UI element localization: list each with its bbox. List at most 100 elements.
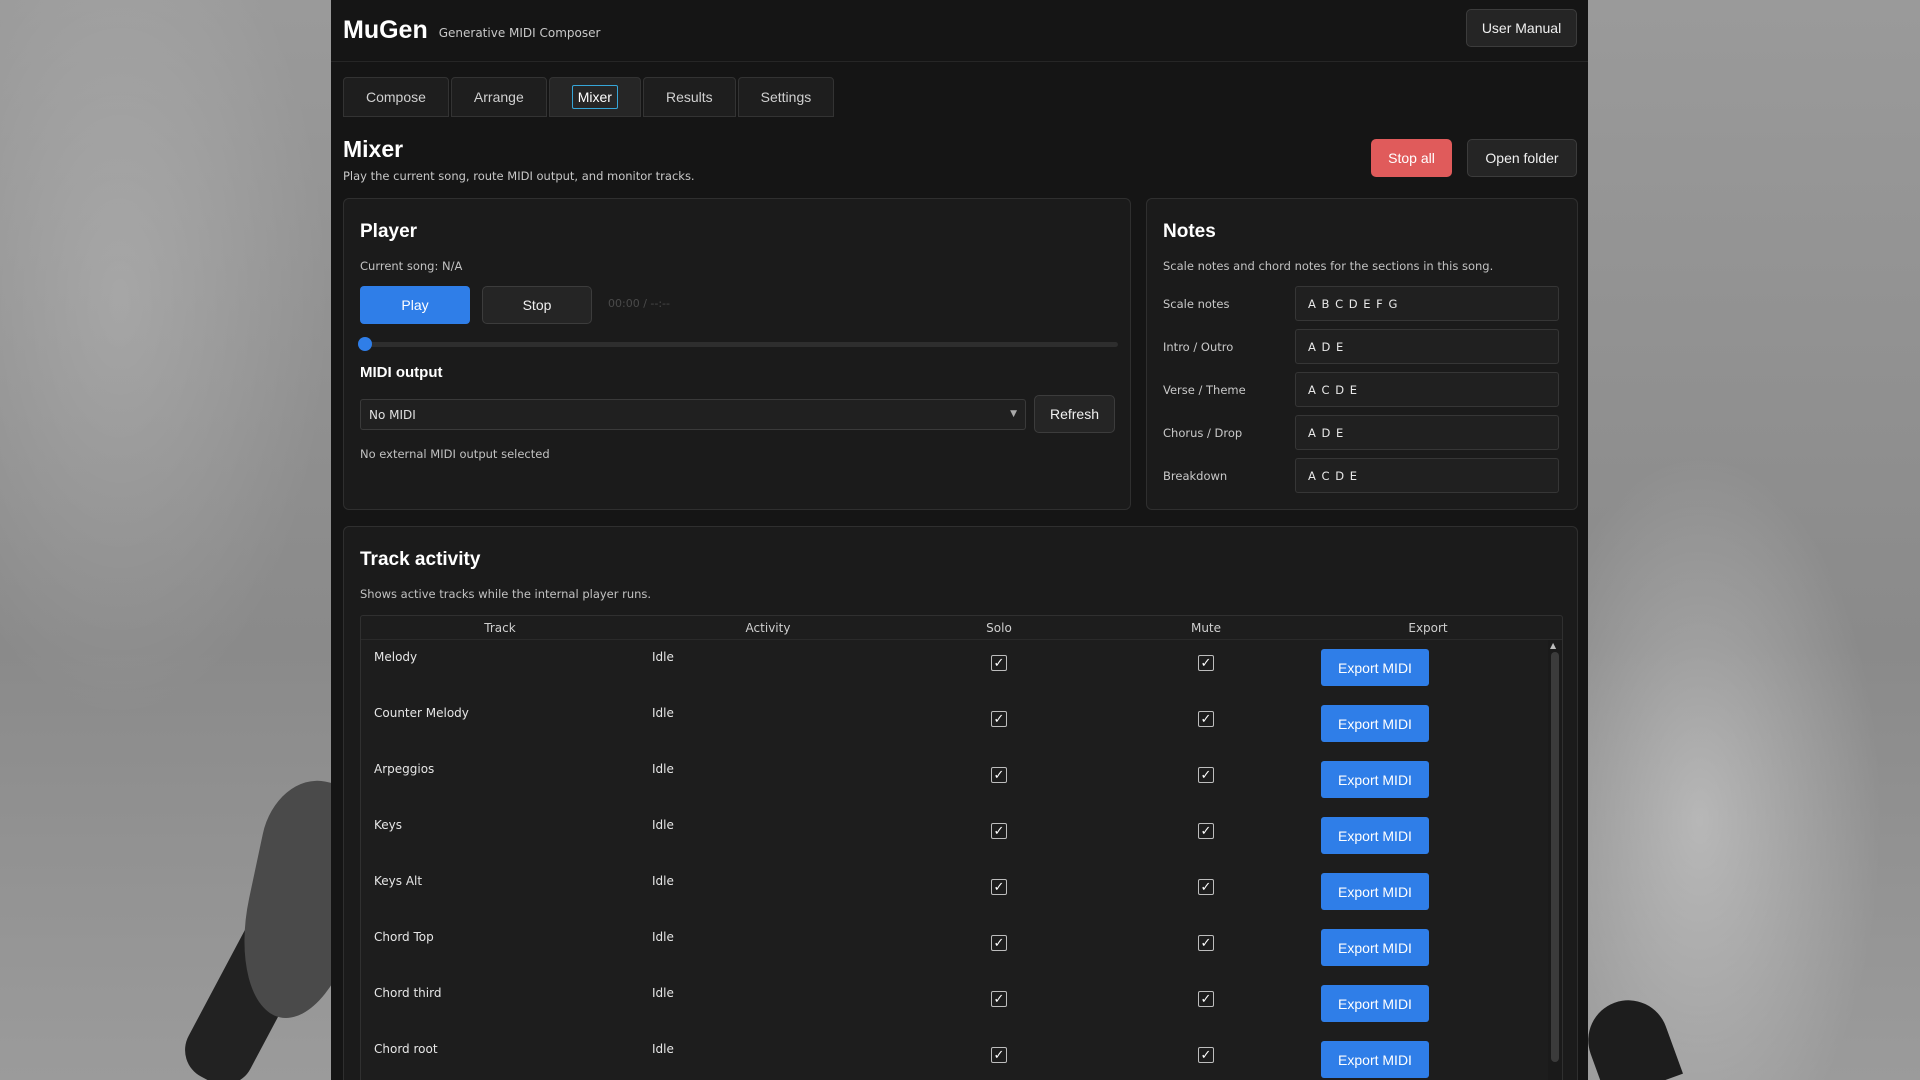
table-row: Chord Top Idle ✓ ✓ Export MIDI xyxy=(361,920,1547,976)
note-value-field[interactable]: A B C D E F G xyxy=(1295,286,1559,321)
solo-checkbox[interactable]: ✓ xyxy=(991,879,1007,895)
mute-checkbox[interactable]: ✓ xyxy=(1198,655,1214,671)
track-activity: Idle xyxy=(652,650,674,664)
note-row-scale: Scale notes A B C D E F G xyxy=(1163,286,1559,321)
track-name: Chord Top xyxy=(374,930,434,944)
track-activity: Idle xyxy=(652,818,674,832)
solo-checkbox[interactable]: ✓ xyxy=(991,767,1007,783)
note-label: Breakdown xyxy=(1163,469,1228,483)
midi-output-select[interactable]: No MIDI ▼ xyxy=(360,399,1026,430)
page-title: Mixer xyxy=(343,136,404,162)
midi-status: No external MIDI output selected xyxy=(360,447,550,461)
page-header: Mixer Play the current song, route MIDI … xyxy=(343,136,695,183)
solo-checkbox[interactable]: ✓ xyxy=(991,935,1007,951)
tab-label: Results xyxy=(665,89,713,105)
export-midi-button[interactable]: Export MIDI xyxy=(1321,985,1429,1022)
tab-label: Compose xyxy=(366,89,426,105)
progress-slider[interactable] xyxy=(358,337,1118,351)
track-activity: Idle xyxy=(652,1042,674,1056)
tab-compose[interactable]: Compose xyxy=(343,77,449,117)
tab-label: Arrange xyxy=(473,89,524,105)
note-label: Chorus / Drop xyxy=(1163,426,1243,440)
note-value-field[interactable]: A C D E xyxy=(1295,458,1559,493)
solo-checkbox[interactable]: ✓ xyxy=(991,1047,1007,1063)
tab-results[interactable]: Results xyxy=(642,77,736,117)
app-subtitle: Generative MIDI Composer xyxy=(438,25,601,40)
track-activity: Idle xyxy=(652,706,674,720)
midi-output-title: MIDI output xyxy=(360,364,443,381)
tab-label: Settings xyxy=(760,89,812,105)
mute-checkbox[interactable]: ✓ xyxy=(1198,991,1214,1007)
player-title: Player xyxy=(360,221,418,242)
mute-checkbox[interactable]: ✓ xyxy=(1198,767,1214,783)
track-name: Keys xyxy=(374,818,403,832)
header: MuGen Generative MIDI Composer User Manu… xyxy=(331,0,1588,62)
column-header: Track xyxy=(484,621,516,635)
export-midi-button[interactable]: Export MIDI xyxy=(1321,929,1429,966)
open-folder-button[interactable]: Open folder xyxy=(1467,139,1577,177)
notes-description: Scale notes and chord notes for the sect… xyxy=(1163,259,1494,273)
notes-title: Notes xyxy=(1163,221,1216,242)
solo-checkbox[interactable]: ✓ xyxy=(991,711,1007,727)
track-name: Keys Alt xyxy=(374,874,423,888)
export-midi-button[interactable]: Export MIDI xyxy=(1321,873,1429,910)
track-activity: Idle xyxy=(652,986,674,1000)
chevron-down-icon: ▼ xyxy=(1010,409,1017,419)
column-header: Mute xyxy=(1190,621,1222,635)
table-row: Counter Melody Idle ✓ ✓ Export MIDI xyxy=(361,696,1547,752)
column-header: Export xyxy=(1408,621,1448,635)
table-row: Chord third Idle ✓ ✓ Export MIDI xyxy=(361,976,1547,1032)
export-midi-button[interactable]: Export MIDI xyxy=(1321,1041,1429,1078)
export-midi-button[interactable]: Export MIDI xyxy=(1321,817,1429,854)
scroll-thumb[interactable] xyxy=(1551,652,1559,1062)
table-scrollbar[interactable]: ▲ xyxy=(1548,640,1562,1080)
table-row: Chord root Idle ✓ ✓ Export MIDI xyxy=(361,1032,1547,1080)
export-midi-button[interactable]: Export MIDI xyxy=(1321,705,1429,742)
solo-checkbox[interactable]: ✓ xyxy=(991,655,1007,671)
mute-checkbox[interactable]: ✓ xyxy=(1198,711,1214,727)
note-value-field[interactable]: A D E xyxy=(1295,329,1559,364)
table-row: Arpeggios Idle ✓ ✓ Export MIDI xyxy=(361,752,1547,808)
note-value-field[interactable]: A C D E xyxy=(1295,372,1559,407)
note-row-intro-outro: Intro / Outro A D E xyxy=(1163,329,1559,364)
tab-mixer[interactable]: Mixer xyxy=(548,77,641,117)
time-readout: 00:00 / --:-- xyxy=(608,297,670,310)
notes-card: Notes Scale notes and chord notes for th… xyxy=(1146,198,1578,510)
mute-checkbox[interactable]: ✓ xyxy=(1198,823,1214,839)
progress-thumb[interactable] xyxy=(358,337,372,351)
track-table: Track Activity Solo Mute Export Melody Id… xyxy=(360,615,1563,1080)
track-activity-description: Shows active tracks while the internal p… xyxy=(360,587,652,601)
track-activity-title: Track activity xyxy=(360,549,481,570)
mute-checkbox[interactable]: ✓ xyxy=(1198,935,1214,951)
stop-button[interactable]: Stop xyxy=(482,286,592,324)
stop-all-button[interactable]: Stop all xyxy=(1371,139,1452,177)
tab-arrange[interactable]: Arrange xyxy=(450,77,547,117)
refresh-button[interactable]: Refresh xyxy=(1034,395,1115,433)
note-row-chorus-drop: Chorus / Drop A D E xyxy=(1163,415,1559,450)
player-card: Player Current song: N/A Play Stop 00:00… xyxy=(343,198,1131,510)
midi-output-value: No MIDI xyxy=(369,407,416,422)
note-label: Scale notes xyxy=(1163,297,1230,311)
export-midi-button[interactable]: Export MIDI xyxy=(1321,761,1429,798)
tab-settings[interactable]: Settings xyxy=(737,77,835,117)
mute-checkbox[interactable]: ✓ xyxy=(1198,1047,1214,1063)
track-name: Counter Melody xyxy=(374,706,469,720)
background-shape xyxy=(1577,989,1683,1080)
play-button[interactable]: Play xyxy=(360,286,470,324)
note-row-breakdown: Breakdown A C D E xyxy=(1163,458,1559,493)
solo-checkbox[interactable]: ✓ xyxy=(991,991,1007,1007)
user-manual-button[interactable]: User Manual xyxy=(1466,9,1577,47)
track-activity-card: Track activity Shows active tracks while… xyxy=(343,526,1578,1080)
track-name: Chord root xyxy=(374,1042,438,1056)
note-row-verse-theme: Verse / Theme A C D E xyxy=(1163,372,1559,407)
note-label: Intro / Outro xyxy=(1163,340,1234,354)
scroll-up-arrow-icon[interactable]: ▲ xyxy=(1550,641,1556,650)
app-logo: MuGen xyxy=(343,16,428,44)
solo-checkbox[interactable]: ✓ xyxy=(991,823,1007,839)
note-label: Verse / Theme xyxy=(1163,383,1246,397)
table-header: Track Activity Solo Mute Export xyxy=(361,616,1562,640)
export-midi-button[interactable]: Export MIDI xyxy=(1321,649,1429,686)
mute-checkbox[interactable]: ✓ xyxy=(1198,879,1214,895)
note-value-field[interactable]: A D E xyxy=(1295,415,1559,450)
track-activity: Idle xyxy=(652,874,674,888)
